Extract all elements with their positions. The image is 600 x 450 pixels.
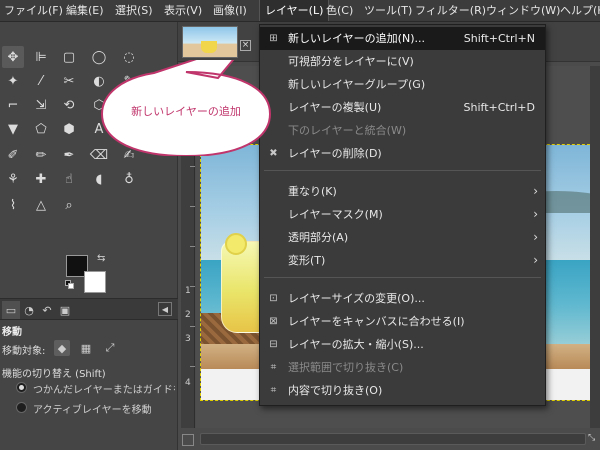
bucket-fill-icon[interactable]: ▼ bbox=[2, 118, 24, 140]
dodge-icon[interactable]: ◖ bbox=[88, 168, 110, 190]
heal-icon[interactable]: ✚ bbox=[30, 168, 52, 190]
navigate-icon[interactable] bbox=[182, 434, 194, 446]
ruler-label: 2 bbox=[185, 310, 191, 320]
paintbrush-icon[interactable]: ✐ bbox=[2, 144, 24, 166]
menu-item-crop-to-selection[interactable]: ⌗ 選択範囲で切り抜き(C) bbox=[260, 356, 545, 379]
radio-pick-layer[interactable] bbox=[16, 382, 27, 393]
swap-colors-icon[interactable]: ⇆ bbox=[97, 253, 105, 264]
menu-item-new-layer[interactable]: ⊞ 新しいレイヤーの追加(N)... Shift+Ctrl+N bbox=[260, 27, 545, 50]
chevron-right-icon: › bbox=[533, 184, 538, 198]
device-status-tab-icon[interactable]: ◔ bbox=[20, 301, 38, 319]
radio-active-layer[interactable] bbox=[16, 402, 27, 413]
zoom-icon[interactable]: ⌕ bbox=[58, 194, 80, 216]
menu-item-scale-layer[interactable]: ⊟ レイヤーの拡大・縮小(S)... bbox=[260, 333, 545, 356]
ruler-label: 3 bbox=[185, 334, 191, 344]
perspective-icon[interactable]: ⬠ bbox=[30, 118, 52, 140]
rect-select-icon[interactable]: ▢ bbox=[58, 46, 80, 68]
vertical-scrollbar[interactable] bbox=[590, 66, 600, 428]
scissors-icon[interactable]: ✂ bbox=[58, 70, 80, 92]
blur-icon[interactable]: ♁ bbox=[118, 168, 140, 190]
move-icon[interactable]: ✥ bbox=[2, 46, 24, 68]
images-tab-icon[interactable]: ▣ bbox=[56, 301, 74, 319]
clone-icon[interactable]: ⚘ bbox=[2, 168, 24, 190]
menu-filters[interactable]: フィルター(R) bbox=[415, 0, 486, 21]
menu-image[interactable]: 画像(I) bbox=[213, 0, 247, 21]
horizontal-scrollbar[interactable] bbox=[200, 433, 586, 445]
pencil-icon[interactable]: ✏ bbox=[30, 144, 52, 166]
handle-transform-icon[interactable]: ⬢ bbox=[58, 118, 80, 140]
undo-history-tab-icon[interactable]: ↶ bbox=[38, 301, 56, 319]
move-selection-icon[interactable]: ▦ bbox=[78, 340, 94, 356]
ruler-label: 4 bbox=[185, 378, 191, 388]
menu-edit[interactable]: 編集(E) bbox=[66, 0, 104, 21]
tool-options-title: 移動 bbox=[2, 327, 22, 338]
menu-help[interactable]: ヘルプ(H) bbox=[560, 0, 600, 21]
callout-text: 新しいレイヤーの追加 bbox=[131, 105, 241, 118]
warp-transform-icon[interactable]: ⟲ bbox=[58, 94, 80, 116]
menu-separator bbox=[264, 170, 541, 171]
scale-layer-icon: ⊟ bbox=[269, 339, 278, 350]
crop-to-content-icon: ⌗ bbox=[270, 385, 277, 396]
chevron-right-icon: › bbox=[533, 207, 538, 221]
chevron-right-icon: › bbox=[533, 230, 538, 244]
menu-bar: ファイル(F) 編集(E) 選択(S) 表示(V) 画像(I) レイヤー(L) … bbox=[0, 0, 600, 22]
new-layer-icon: ⊞ bbox=[269, 33, 278, 44]
menu-file[interactable]: ファイル(F) bbox=[4, 0, 63, 21]
tool-options-panel: 移動 移動対象: ◆ ▦ ⤢ 機能の切り替え (Shift) つかんだレイヤーま… bbox=[0, 320, 178, 450]
align-icon[interactable]: ⊫ bbox=[30, 46, 52, 68]
wand-icon[interactable]: ⁄ bbox=[30, 70, 52, 92]
ruler-label: 1 bbox=[185, 286, 191, 296]
fuzzy-select-icon[interactable]: ✦ bbox=[2, 70, 24, 92]
menu-item-stack[interactable]: 重なり(K) › bbox=[260, 180, 545, 203]
toggle-behavior-label: 機能の切り替え (Shift) bbox=[2, 369, 106, 380]
dock-menu-icon[interactable]: ◀ bbox=[158, 302, 172, 316]
move-target-label: 移動対象: bbox=[2, 346, 46, 357]
unified-transform-icon[interactable]: ⇲ bbox=[30, 94, 52, 116]
close-icon[interactable]: × bbox=[240, 40, 251, 51]
move-layer-icon[interactable]: ◆ bbox=[54, 340, 70, 356]
menu-item-transform[interactable]: 変形(T) › bbox=[260, 249, 545, 272]
move-path-icon[interactable]: ⤢ bbox=[102, 340, 118, 356]
menu-layer[interactable]: レイヤー(L) bbox=[259, 0, 330, 21]
measure-icon[interactable]: △ bbox=[30, 194, 52, 216]
airbrush-icon[interactable]: ✒ bbox=[58, 144, 80, 166]
tool-options-tab-icon[interactable]: ▭ bbox=[2, 301, 20, 319]
menu-item-layer-mask[interactable]: レイヤーマスク(M) › bbox=[260, 203, 545, 226]
annotation-callout: 新しいレイヤーの追加 bbox=[98, 60, 276, 156]
menu-item-layer-to-image-size[interactable]: ⊠ レイヤーをキャンバスに合わせる(I) bbox=[260, 310, 545, 333]
menu-item-layer-boundary-size[interactable]: ⊡ レイヤーサイズの変更(O)... bbox=[260, 287, 545, 310]
reset-colors-icon[interactable] bbox=[65, 280, 74, 289]
menu-item-merge-down[interactable]: 下のレイヤーと統合(W) bbox=[260, 119, 545, 142]
color-area: ⇆ bbox=[65, 253, 110, 295]
menu-view[interactable]: 表示(V) bbox=[164, 0, 202, 21]
fit-canvas-icon: ⊠ bbox=[269, 316, 278, 327]
image-thumbnail[interactable] bbox=[182, 26, 238, 58]
zoom-fit-icon[interactable]: ⤡ bbox=[588, 433, 600, 445]
menu-colors[interactable]: 色(C) bbox=[326, 0, 353, 21]
crop-to-selection-icon: ⌗ bbox=[270, 362, 277, 373]
layer-size-icon: ⊡ bbox=[269, 293, 278, 304]
menu-item-crop-to-content[interactable]: ⌗ 内容で切り抜き(O) bbox=[260, 379, 545, 402]
menu-windows[interactable]: ウィンドウ(W) bbox=[486, 0, 560, 21]
crop-icon[interactable]: ⌐ bbox=[2, 94, 24, 116]
menu-item-new-layer-group[interactable]: 新しいレイヤーグループ(G) bbox=[260, 73, 545, 96]
radio-active-layer-label: アクティブレイヤーを移動 bbox=[33, 405, 152, 416]
dock-tab-bar: ▭ ◔ ↶ ▣ ◀ bbox=[0, 298, 178, 320]
menu-select[interactable]: 選択(S) bbox=[115, 0, 153, 21]
menu-tools[interactable]: ツール(T) bbox=[364, 0, 412, 21]
menu-item-duplicate-layer[interactable]: レイヤーの複製(U) Shift+Ctrl+D bbox=[260, 96, 545, 119]
background-color[interactable] bbox=[84, 271, 106, 293]
radio-pick-layer-label: つかんだレイヤーまたはガイドを移動 bbox=[33, 385, 175, 396]
menu-item-delete-layer[interactable]: ✖ レイヤーの削除(D) bbox=[260, 142, 545, 165]
chevron-right-icon: › bbox=[533, 253, 538, 267]
menu-item-transparency[interactable]: 透明部分(A) › bbox=[260, 226, 545, 249]
lemon-slice-image bbox=[225, 233, 247, 255]
color-picker-icon[interactable]: ⌇ bbox=[2, 194, 24, 216]
smudge-icon[interactable]: ☝ bbox=[58, 168, 80, 190]
layer-menu-dropdown: ⊞ 新しいレイヤーの追加(N)... Shift+Ctrl+N 可視部分をレイヤ… bbox=[259, 24, 546, 406]
menu-separator bbox=[264, 277, 541, 278]
menu-item-new-from-visible[interactable]: 可視部分をレイヤーに(V) bbox=[260, 50, 545, 73]
